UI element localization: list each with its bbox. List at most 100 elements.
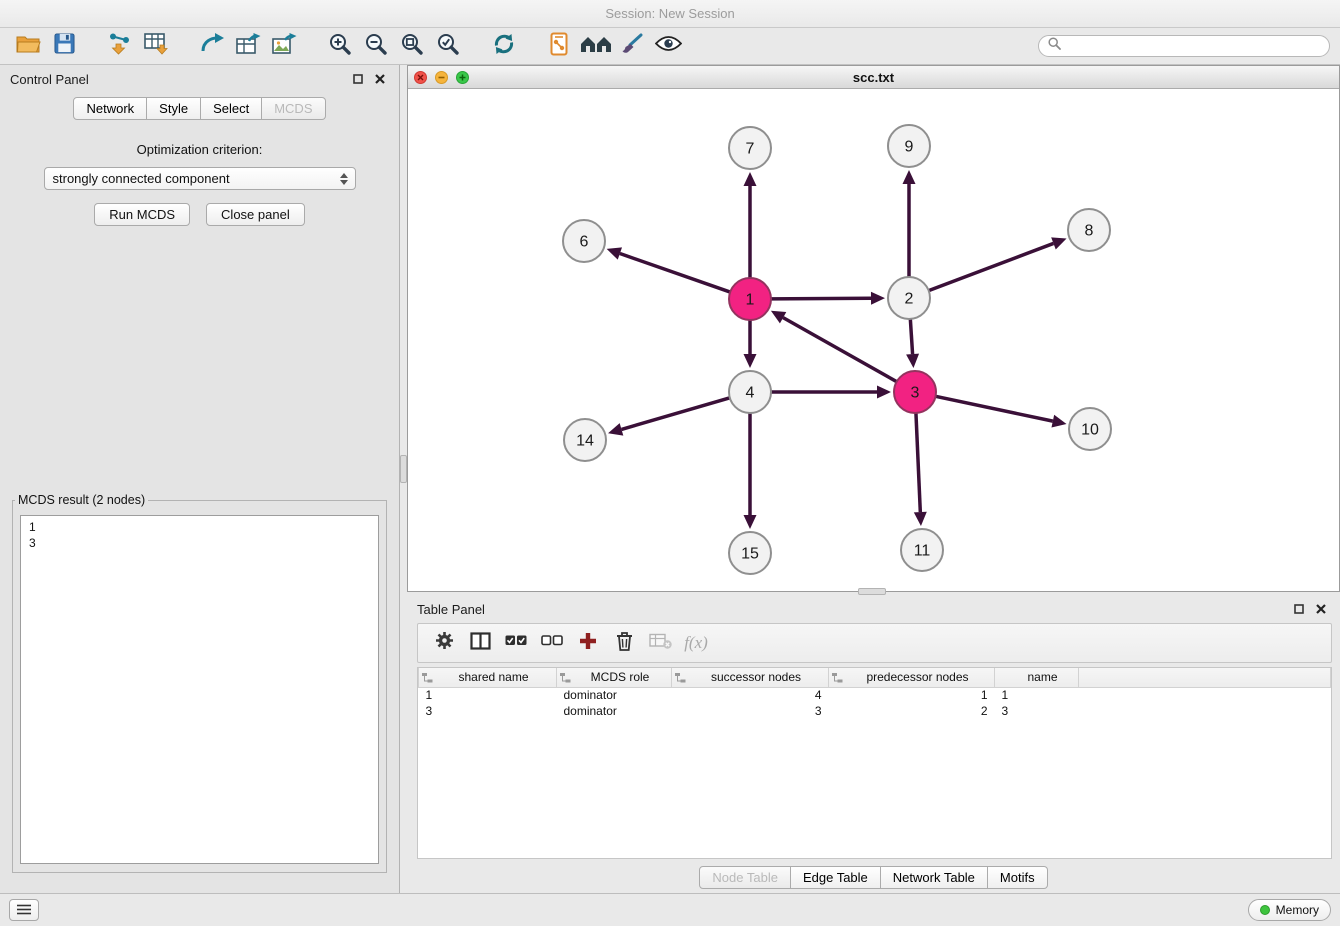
graph-edge[interactable] [929, 243, 1054, 290]
import-table-button[interactable] [138, 31, 174, 61]
checked-boxes-icon [505, 634, 527, 652]
function-builder-button[interactable]: f(x) [678, 627, 714, 659]
cell-successor-nodes[interactable]: 3 [672, 703, 829, 719]
cell-predecessor-nodes[interactable]: 1 [829, 687, 995, 703]
zoom-fit-button[interactable] [394, 31, 430, 61]
tab-select[interactable]: Select [201, 97, 262, 120]
cell-shared-name[interactable]: 3 [419, 703, 557, 719]
graph-edge[interactable] [621, 398, 729, 430]
mcds-result-item: 1 [29, 519, 370, 535]
search-icon [1048, 37, 1061, 55]
run-mcds-button[interactable]: Run MCDS [94, 203, 190, 226]
column-header-predecessor-nodes[interactable]: predecessor nodes [829, 668, 995, 687]
fx-icon: f(x) [684, 633, 708, 653]
column-header-name[interactable]: name [995, 668, 1079, 687]
window-close-icon[interactable] [414, 71, 427, 84]
task-history-button[interactable] [9, 899, 39, 921]
cell-name[interactable]: 3 [995, 703, 1079, 719]
zoom-fit-icon [400, 32, 424, 61]
tab-network[interactable]: Network [73, 97, 147, 120]
table-row[interactable]: 3 dominator 3 2 3 [419, 703, 1331, 719]
column-header-successor-nodes[interactable]: successor nodes [672, 668, 829, 687]
delete-column-button[interactable] [606, 627, 642, 659]
export-network-button[interactable] [194, 31, 230, 61]
columns-icon [470, 632, 491, 655]
show-columns-button[interactable] [462, 627, 498, 659]
tab-edge-table[interactable]: Edge Table [791, 866, 881, 889]
graph-edge-arrowhead [744, 515, 757, 529]
tab-mcds[interactable]: MCDS [262, 97, 325, 120]
export-table-button[interactable] [230, 31, 266, 61]
cell-shared-name[interactable]: 1 [419, 687, 557, 703]
table-toolbar: f(x) [417, 623, 1332, 663]
memory-button[interactable]: Memory [1248, 899, 1331, 921]
home-button[interactable] [578, 31, 614, 61]
select-all-columns-button[interactable] [498, 627, 534, 659]
close-panel-icon[interactable] [371, 71, 389, 87]
network-file-button[interactable] [542, 31, 578, 61]
column-header-mcds-role[interactable]: MCDS role [557, 668, 672, 687]
cell-mcds-role[interactable]: dominator [557, 703, 672, 719]
close-panel-icon[interactable] [1312, 601, 1330, 617]
import-network-button[interactable] [102, 31, 138, 61]
tab-style[interactable]: Style [147, 97, 201, 120]
zoom-in-icon [328, 32, 352, 61]
attribute-icon [422, 672, 433, 686]
graph-edge[interactable] [916, 413, 920, 512]
attribute-icon [560, 672, 571, 686]
search-box[interactable] [1038, 35, 1330, 57]
home-icon [580, 34, 612, 59]
save-session-button[interactable] [46, 31, 82, 61]
table-row[interactable]: 1 dominator 4 1 1 [419, 687, 1331, 703]
deselect-all-columns-button[interactable] [534, 627, 570, 659]
cell-predecessor-nodes[interactable]: 2 [829, 703, 995, 719]
create-column-button[interactable] [570, 627, 606, 659]
export-image-button[interactable] [266, 31, 302, 61]
criterion-dropdown[interactable]: strongly connected component [44, 167, 356, 190]
graph-edge-arrowhead [744, 172, 757, 186]
mcds-result-title: MCDS result (2 nodes) [15, 493, 148, 507]
mcds-result-list[interactable]: 1 3 [20, 515, 379, 864]
window-minimize-icon[interactable] [435, 71, 448, 84]
tab-network-table[interactable]: Network Table [881, 866, 988, 889]
cell-mcds-role[interactable]: dominator [557, 687, 672, 703]
search-input[interactable] [1066, 39, 1320, 53]
graph-edge[interactable] [620, 254, 730, 293]
eye-icon [655, 35, 682, 57]
tab-motifs[interactable]: Motifs [988, 866, 1048, 889]
cell-name[interactable]: 1 [995, 687, 1079, 703]
zoom-out-icon [364, 32, 388, 61]
float-panel-icon[interactable] [349, 71, 367, 87]
zoom-out-button[interactable] [358, 31, 394, 61]
zoom-in-button[interactable] [322, 31, 358, 61]
table-settings-button[interactable] [426, 627, 462, 659]
memory-label: Memory [1276, 903, 1319, 917]
show-hide-button[interactable] [650, 31, 686, 61]
tab-node-table[interactable]: Node Table [699, 866, 791, 889]
refresh-icon [492, 32, 516, 61]
graph-edge-arrowhead [1051, 415, 1066, 428]
window-zoom-icon[interactable] [456, 71, 469, 84]
close-panel-button[interactable]: Close panel [206, 203, 305, 226]
graph-edge[interactable] [771, 298, 871, 299]
network-window-title: scc.txt [408, 70, 1339, 85]
delete-table-button[interactable] [642, 627, 678, 659]
cell-successor-nodes[interactable]: 4 [672, 687, 829, 703]
graph-node-label: 2 [905, 291, 914, 308]
network-canvas[interactable]: 7968124314101511 [408, 90, 1339, 591]
apply-layout-button[interactable] [486, 31, 522, 61]
graph-edge[interactable] [910, 319, 912, 354]
style-button[interactable] [614, 31, 650, 61]
graph-edge[interactable] [783, 318, 897, 382]
import-network-icon [107, 32, 133, 60]
network-window-titlebar: scc.txt [408, 66, 1339, 89]
horizontal-splitter-handle[interactable] [858, 588, 886, 595]
zoom-selected-button[interactable] [430, 31, 466, 61]
graph-edge-arrowhead [914, 512, 927, 526]
float-panel-icon[interactable] [1290, 601, 1308, 617]
vertical-splitter-handle[interactable] [400, 455, 407, 483]
open-file-button[interactable] [10, 31, 46, 61]
column-header-shared-name[interactable]: shared name [419, 668, 557, 687]
graph-edge[interactable] [936, 396, 1053, 421]
graph-node-label: 9 [905, 139, 914, 156]
